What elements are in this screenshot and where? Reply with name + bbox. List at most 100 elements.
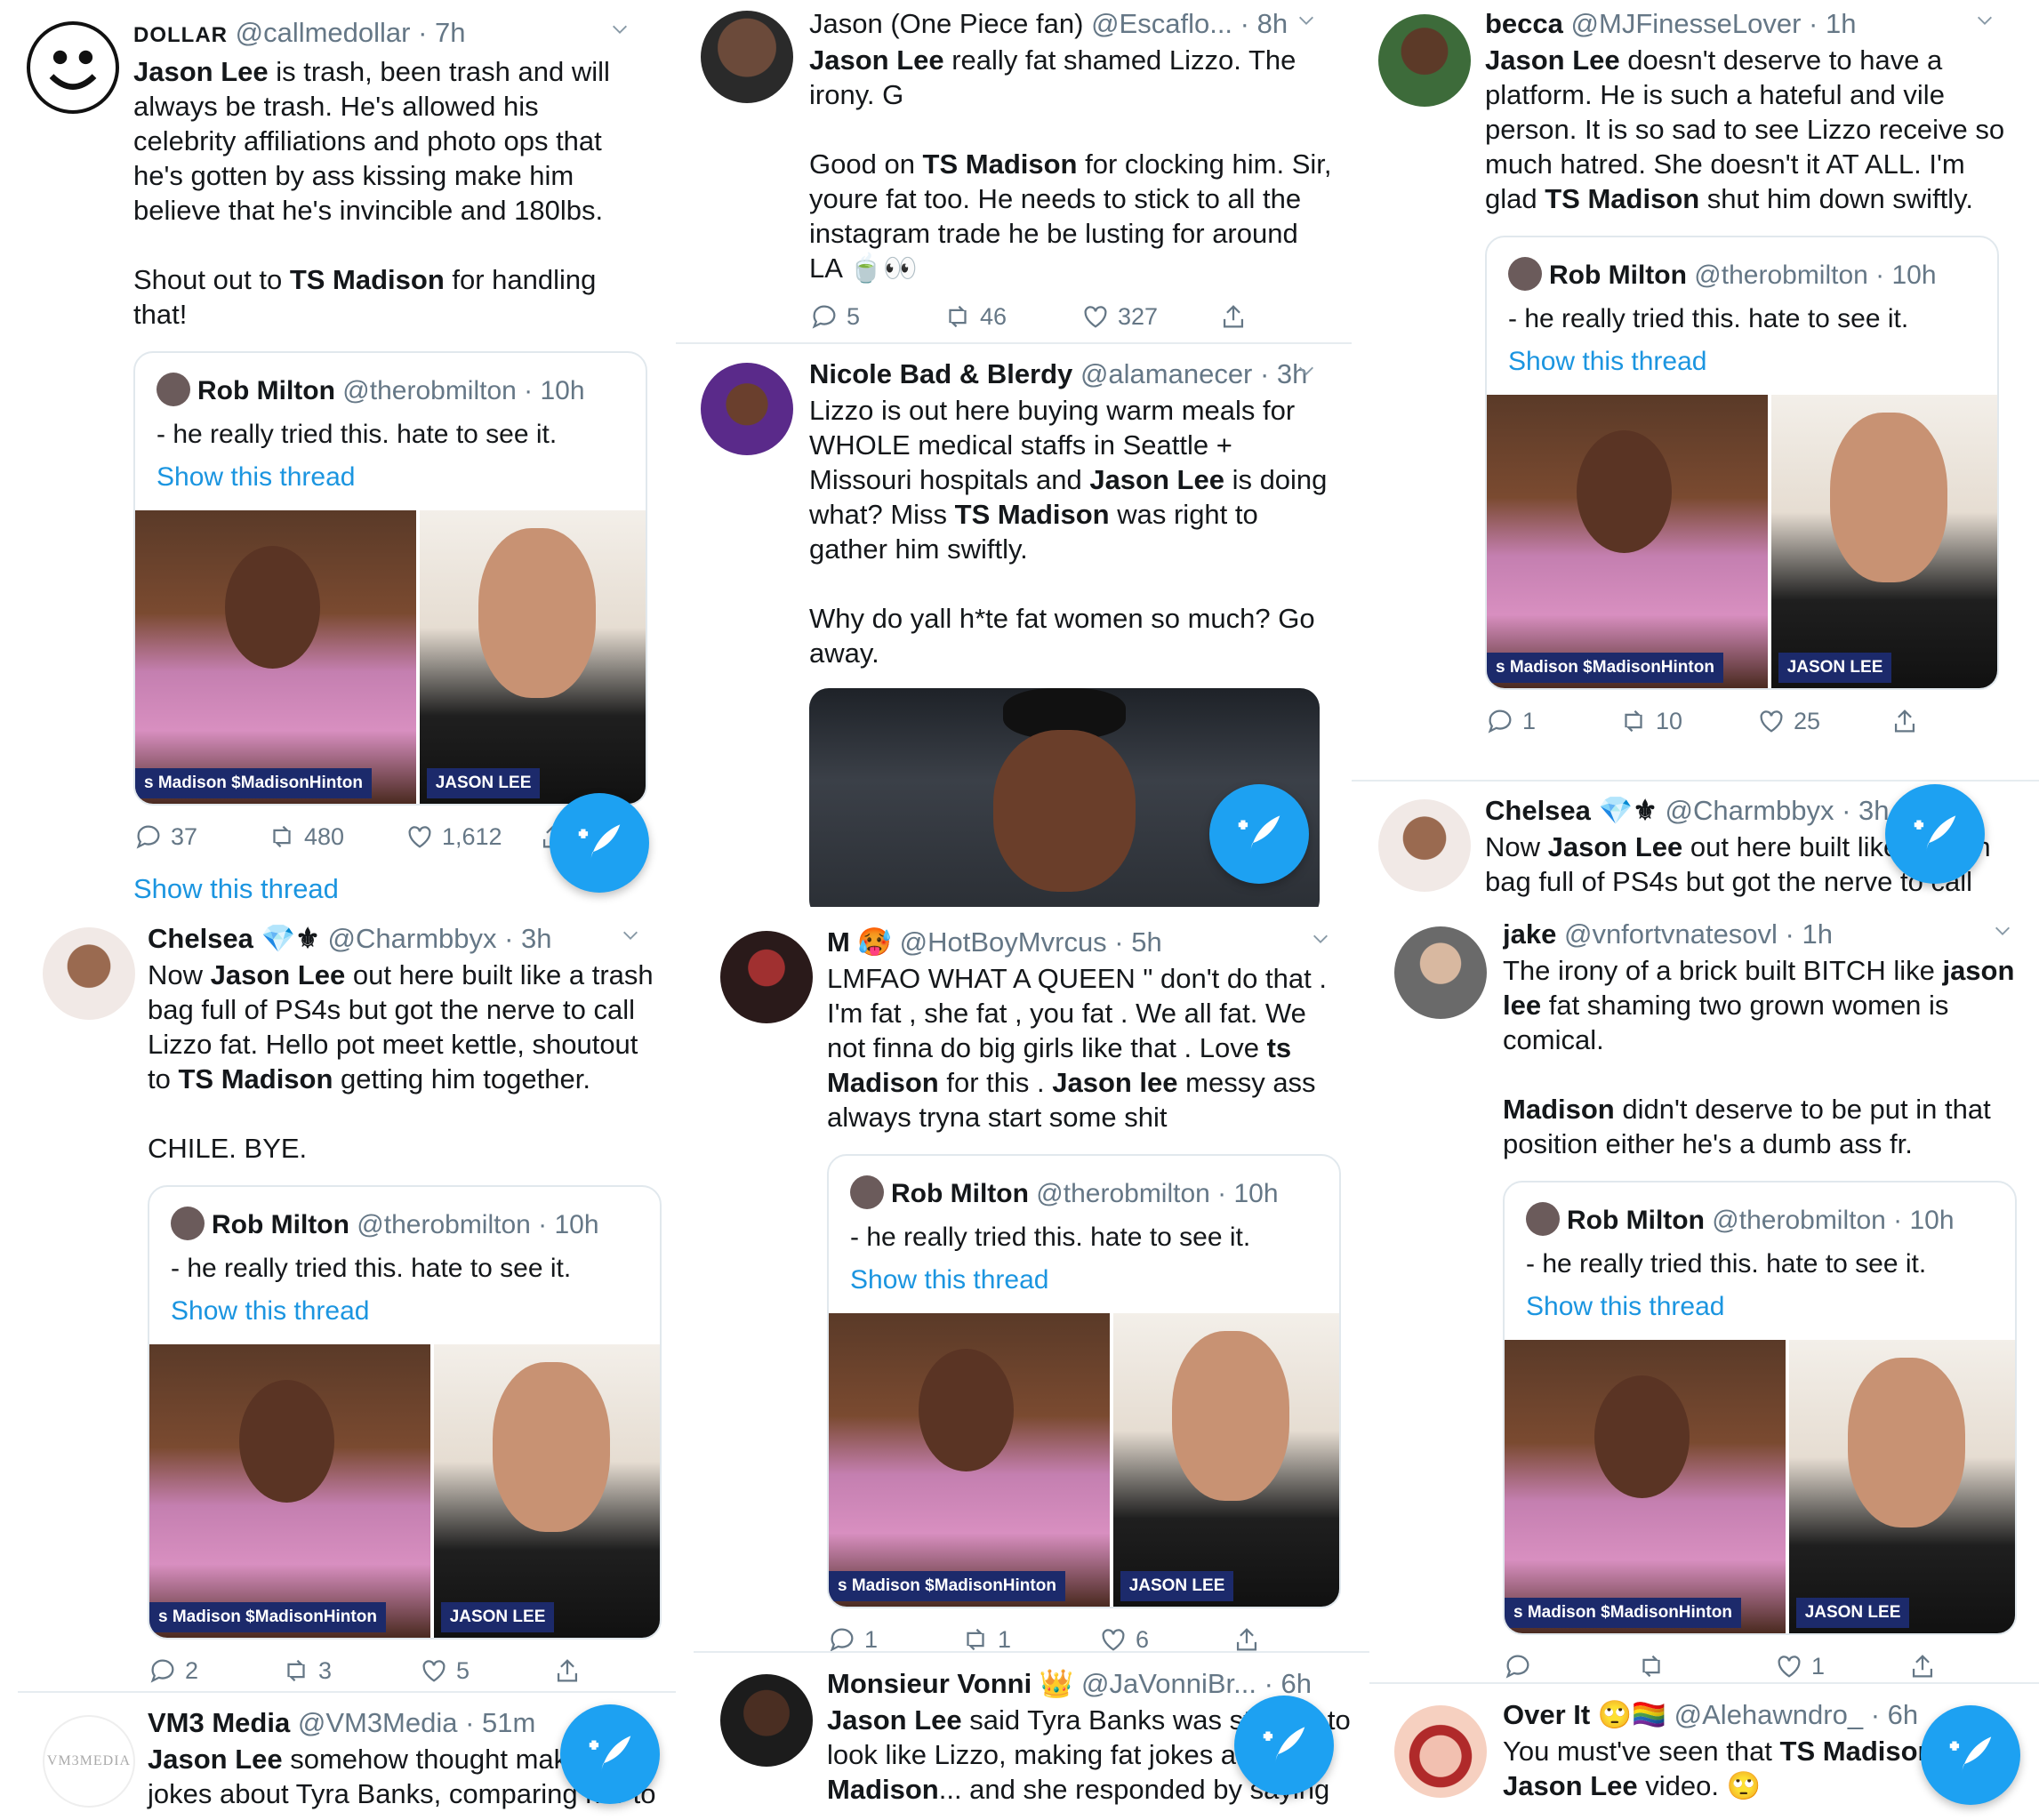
chevron-down-icon[interactable] (1311, 929, 1330, 949)
author-name[interactable]: Jason (One Piece fan) (809, 8, 1083, 39)
compose-tweet-button[interactable] (1885, 784, 1985, 884)
retweet-icon (1625, 710, 1642, 733)
avatar (1526, 1202, 1560, 1236)
reply-button[interactable] (1503, 1651, 1540, 1681)
author-handle[interactable]: @callmedollar · 7h (236, 17, 466, 48)
retweet-button[interactable]: 3 (281, 1656, 332, 1686)
author-handle[interactable]: @vnfortvnatesovl · 1h (1564, 918, 1833, 950)
compose-tweet-button[interactable] (1234, 1696, 1334, 1795)
show-thread-link[interactable]: Show this thread (829, 1255, 1339, 1313)
video-thumbnail[interactable]: s Madison $MadisonHinton JASON LEE (135, 510, 646, 804)
avatar[interactable] (720, 1674, 813, 1767)
author-handle[interactable]: @Charmbbyx · 3h (328, 923, 552, 954)
author-name[interactable]: Monsieur Vonni 👑 (827, 1668, 1073, 1699)
avatar[interactable] (1378, 14, 1471, 107)
author-name[interactable]: Over It 🙄🏳️‍🌈 (1503, 1699, 1666, 1730)
compose-tweet-button[interactable] (1209, 784, 1309, 884)
avatar (1508, 257, 1542, 291)
video-thumbnail[interactable]: s Madison $MadisonHinton JASON LEE (1487, 395, 1997, 688)
quoted-tweet[interactable]: Rob Milton @therobmilton · 10h - he real… (1503, 1181, 2017, 1635)
show-thread-link[interactable]: Show this thread (149, 1286, 660, 1344)
like-button[interactable]: 25 (1756, 706, 1820, 736)
avatar[interactable] (1378, 799, 1471, 892)
author-handle[interactable]: @Escaflo... · 8h (1091, 8, 1288, 39)
heart-icon (1778, 1656, 1801, 1678)
author-handle[interactable]: @alamanecer · 3h (1080, 358, 1307, 389)
video-thumbnail[interactable]: s Madison $MadisonHinton JASON LEE (829, 1313, 1339, 1607)
show-thread-link[interactable]: Show this thread (1487, 336, 1997, 395)
like-button[interactable]: 5 (419, 1656, 470, 1686)
share-button[interactable] (552, 1656, 582, 1686)
video-thumbnail[interactable]: s Madison $MadisonHinton JASON LEE (1505, 1340, 2015, 1633)
compose-tweet-button[interactable] (560, 1704, 660, 1804)
quoted-tweet[interactable]: Rob Milton @therobmilton · 10h - he real… (133, 351, 647, 806)
author-handle[interactable]: @Charmbbyx · 3h (1666, 795, 1890, 826)
panel-bottom-middle: M 🥵 @HotBoyMvrcus · 5h LMFAO WHAT A QUEE… (694, 911, 1369, 1820)
share-button[interactable] (1890, 706, 1920, 736)
author-handle[interactable]: @Alehawndro_ · 6h (1674, 1699, 1918, 1730)
share-icon (1912, 1655, 1933, 1678)
retweet-button[interactable] (1636, 1651, 1674, 1681)
compose-tweet-button[interactable] (1921, 1705, 2020, 1805)
avatar[interactable]: VM3MEDIA (43, 1715, 135, 1808)
tweet-actions: 5 46 327 (809, 301, 1334, 346)
author-name[interactable]: becca (1485, 8, 1563, 39)
avatar[interactable] (701, 363, 793, 455)
avatar[interactable] (1394, 1705, 1487, 1798)
author-name[interactable]: M 🥵 (827, 926, 892, 958)
like-button[interactable]: 6 (1098, 1624, 1149, 1655)
reply-button[interactable]: 5 (809, 301, 860, 332)
avatar[interactable] (1394, 926, 1487, 1019)
tweet-text: Jason Lee is trash, been trash and will … (133, 56, 610, 330)
retweet-button[interactable]: 480 (267, 822, 344, 852)
compose-tweet-button[interactable] (550, 793, 649, 893)
like-button[interactable]: 1,612 (405, 822, 502, 852)
retweet-icon (967, 1628, 984, 1651)
chevron-down-icon[interactable] (1296, 11, 1316, 30)
avatar[interactable] (43, 927, 135, 1020)
author-handle[interactable]: @VM3Media · 51m (298, 1707, 536, 1738)
avatar[interactable] (701, 11, 793, 103)
divider (694, 1651, 1369, 1653)
author-handle[interactable]: @MJFinesseLover · 1h (1571, 8, 1857, 39)
author-name[interactable]: Chelsea 💎⚜ (148, 923, 320, 954)
reply-button[interactable]: 1 (1485, 706, 1536, 736)
reply-icon (812, 305, 836, 329)
reply-button[interactable]: 37 (133, 822, 197, 852)
chevron-down-icon[interactable] (1975, 11, 1995, 30)
avatar[interactable] (27, 21, 119, 114)
chevron-down-icon[interactable] (610, 20, 630, 39)
share-icon (1894, 710, 1915, 733)
retweet-button[interactable]: 10 (1618, 706, 1682, 736)
chevron-down-icon[interactable] (1296, 361, 1316, 381)
quoted-tweet[interactable]: Rob Milton @therobmilton · 10h - he real… (827, 1154, 1341, 1608)
author-handle[interactable]: @JaVonniBr... · 6h (1081, 1668, 1312, 1699)
author-name[interactable]: DOLLAR (133, 23, 228, 47)
like-button[interactable]: 327 (1080, 301, 1158, 332)
quoted-tweet[interactable]: Rob Milton @therobmilton · 10h - he real… (148, 1185, 662, 1640)
share-button[interactable] (1907, 1651, 1938, 1681)
reply-button[interactable]: 2 (148, 1656, 198, 1686)
heart-icon (1084, 306, 1107, 328)
share-button[interactable] (1218, 301, 1248, 332)
quote-text: - he really tried this. hate to see it. (171, 1254, 572, 1283)
author-handle[interactable]: @HotBoyMvrcus · 5h (900, 926, 1162, 958)
reply-icon (1505, 1655, 1529, 1679)
tweet-text: LMFAO WHAT A QUEEN " don't do that . I'm… (827, 963, 1335, 1133)
chevron-down-icon[interactable] (621, 926, 640, 945)
share-button[interactable] (1232, 1624, 1262, 1655)
author-name[interactable]: Nicole Bad & Blerdy (809, 358, 1072, 389)
show-thread-link[interactable]: Show this thread (1505, 1281, 2015, 1340)
retweet-button[interactable]: 46 (943, 301, 1007, 332)
like-button[interactable]: 1 (1774, 1651, 1825, 1681)
video-thumbnail[interactable]: s Madison $MadisonHinton JASON LEE (149, 1344, 660, 1638)
author-name[interactable]: VM3 Media (148, 1707, 290, 1738)
author-name[interactable]: jake (1503, 918, 1556, 950)
reply-button[interactable]: 1 (827, 1624, 878, 1655)
author-name[interactable]: Chelsea 💎⚜ (1485, 795, 1658, 826)
show-thread-link[interactable]: Show this thread (135, 452, 646, 510)
retweet-button[interactable]: 1 (960, 1624, 1011, 1655)
chevron-down-icon[interactable] (1993, 921, 2012, 941)
avatar[interactable] (720, 931, 813, 1023)
quoted-tweet[interactable]: Rob Milton @therobmilton · 10h - he real… (1485, 236, 1999, 690)
